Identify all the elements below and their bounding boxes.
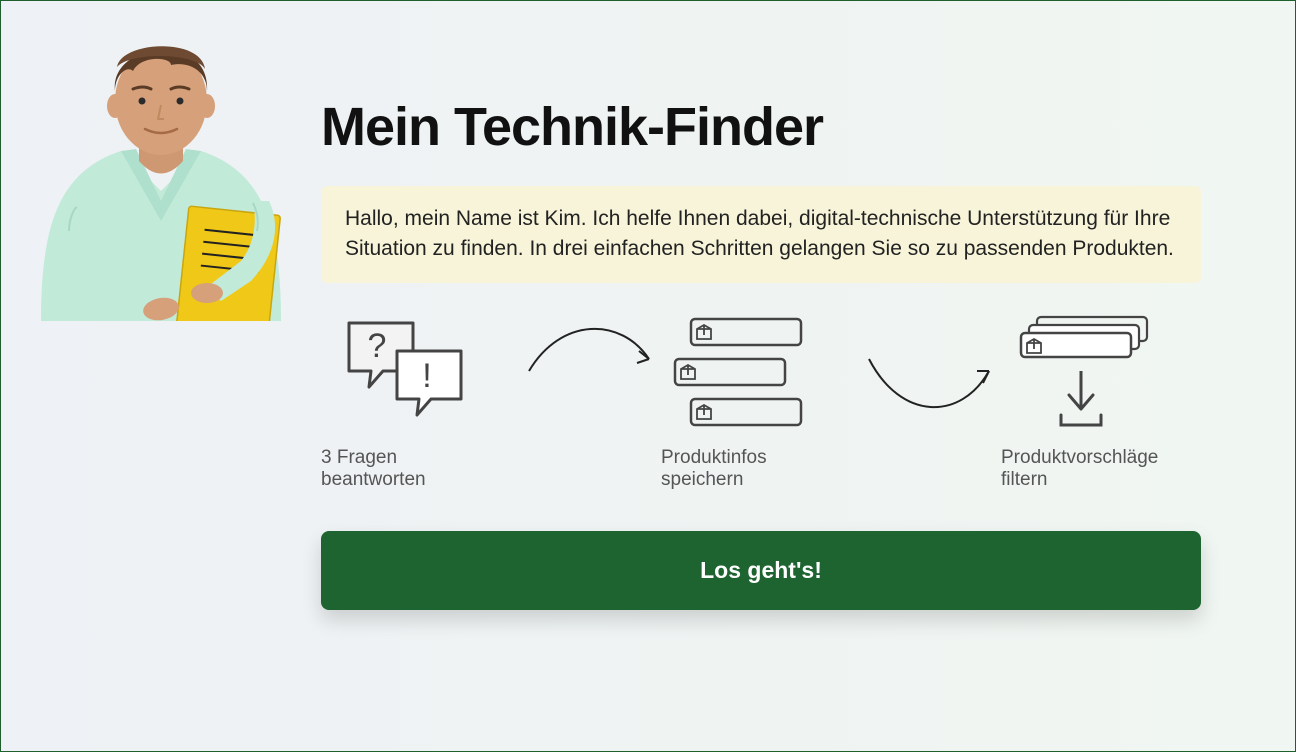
svg-text:!: !: [422, 357, 431, 395]
step-2: Produktinfos speichern: [661, 311, 861, 491]
svg-text:?: ?: [368, 327, 387, 365]
avatar-assistant-kim: [21, 21, 301, 321]
step-1: ? ! 3 Fragen beantworten: [321, 311, 521, 491]
intro-message: Hallo, mein Name ist Kim. Ich helfe Ihne…: [321, 186, 1201, 283]
arrow-icon: [861, 311, 1001, 441]
download-filter-icon: [1001, 311, 1161, 441]
step-3-label: Produktvorschläge filtern: [1001, 447, 1181, 491]
step-3: Produktvorschläge filtern: [1001, 311, 1201, 491]
questions-icon: ? !: [321, 311, 481, 441]
product-list-icon: [661, 311, 821, 441]
arrow-icon: [521, 311, 661, 441]
page-title: Mein Technik-Finder: [321, 96, 1201, 158]
step-1-label: 3 Fragen beantworten: [321, 447, 501, 491]
step-2-label: Produktinfos speichern: [661, 447, 841, 491]
steps-row: ? ! 3 Fragen beantworten: [321, 311, 1201, 491]
start-button[interactable]: Los geht's!: [321, 531, 1201, 610]
